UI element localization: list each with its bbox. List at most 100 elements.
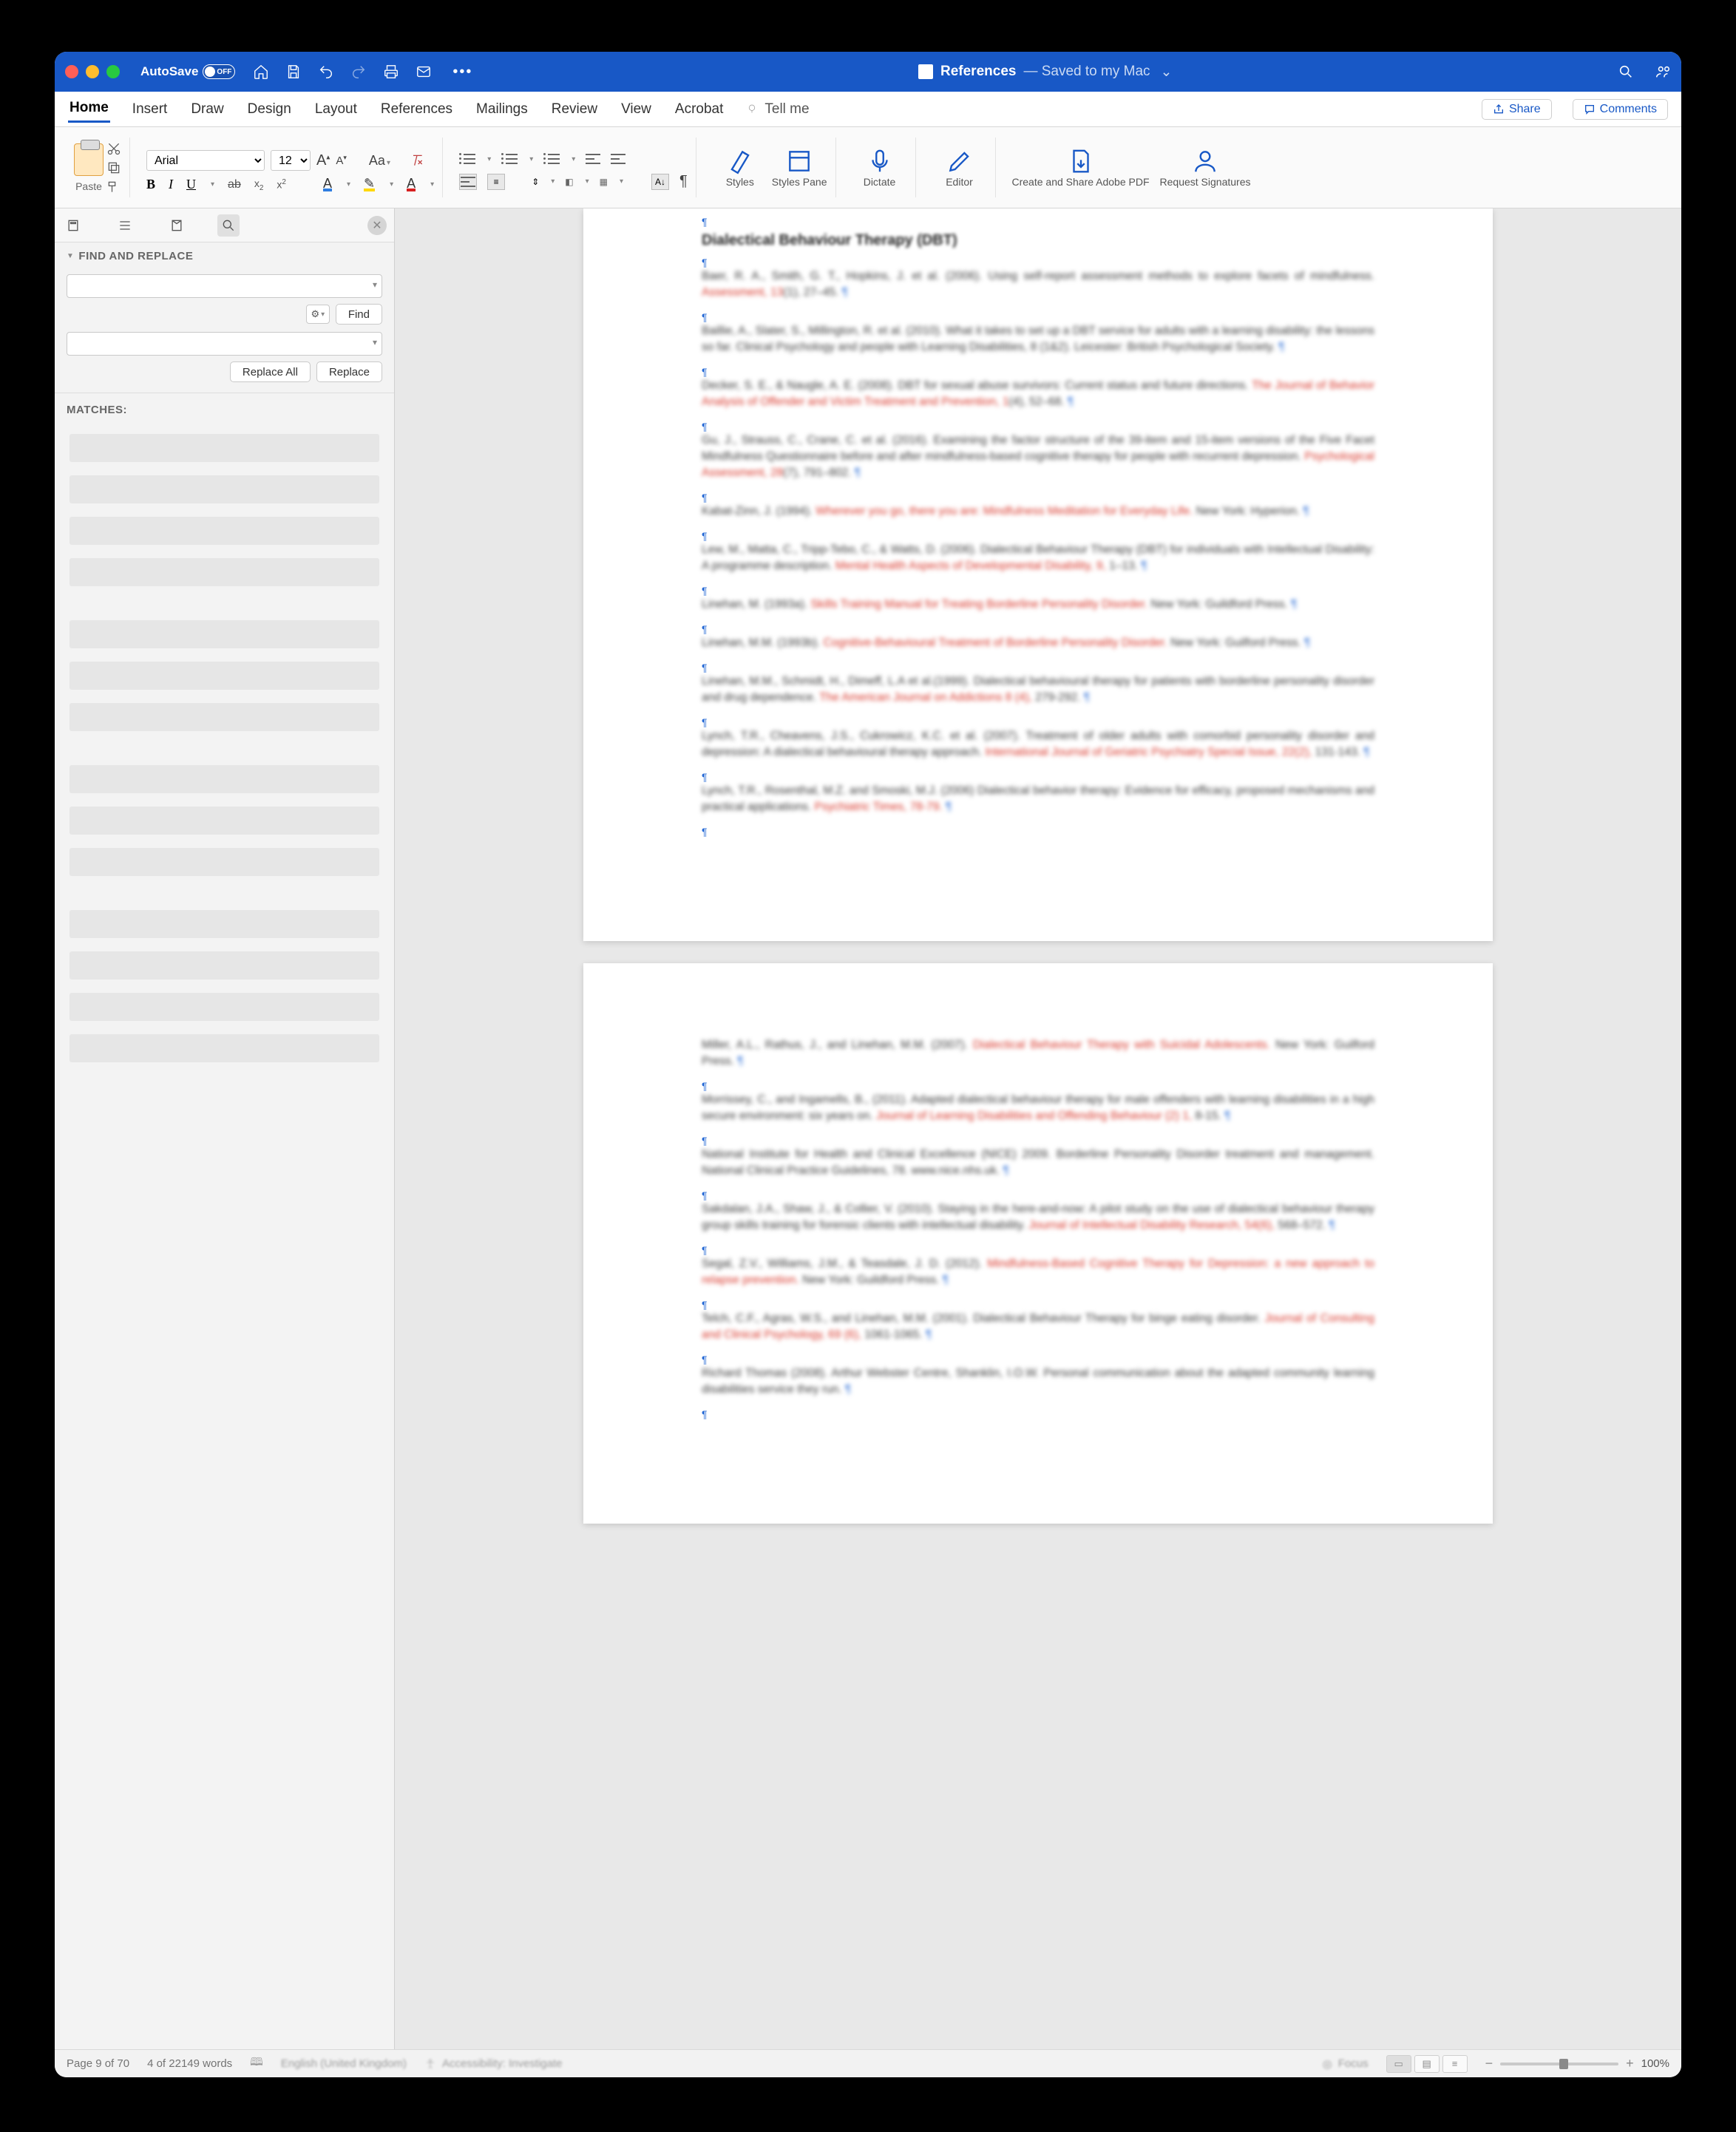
tab-layout[interactable]: Layout [313, 97, 359, 122]
reference-entry[interactable]: Decker, S. E., & Naugle, A. E. (2008). D… [702, 378, 1374, 410]
list-item[interactable] [69, 703, 379, 731]
reference-entry[interactable]: Telch, C.F., Agras, W.S., and Linehan, M… [702, 1311, 1374, 1343]
tab-view[interactable]: View [620, 97, 653, 122]
replace-input[interactable]: ▾ [67, 332, 382, 356]
list-item[interactable] [69, 620, 379, 648]
find-button[interactable]: Find [336, 304, 382, 325]
headings-tab-icon[interactable] [114, 214, 136, 237]
chevron-down-icon[interactable]: ▾ [373, 279, 377, 290]
tab-design[interactable]: Design [246, 97, 293, 122]
numbering-icon[interactable] [501, 152, 518, 166]
mail-icon[interactable] [416, 64, 432, 80]
autosave-switch[interactable]: OFF [203, 64, 235, 79]
reviewing-tab-icon[interactable] [166, 214, 188, 237]
copy-icon[interactable] [106, 160, 121, 175]
multilevel-list-icon[interactable] [543, 152, 560, 166]
outline-view-icon[interactable]: ≡ [1442, 2055, 1468, 2073]
list-item[interactable] [69, 1034, 379, 1062]
strikethrough-button[interactable]: ab [228, 178, 241, 191]
list-item[interactable] [69, 765, 379, 793]
shading-icon[interactable]: ◧ [565, 177, 573, 187]
close-window-button[interactable] [65, 65, 78, 78]
document-viewport[interactable]: ¶ Dialectical Behaviour Therapy (DBT) ¶ … [395, 208, 1681, 2049]
text-effects-icon[interactable]: A [323, 178, 332, 191]
accessibility-status[interactable]: Accessibility: Investigate [424, 2057, 563, 2070]
editor-button[interactable]: Editor [932, 147, 987, 188]
tab-review[interactable]: Review [550, 97, 599, 122]
styles-pane-button[interactable]: Styles Pane [772, 147, 827, 188]
italic-button[interactable]: I [169, 177, 173, 192]
list-item[interactable] [69, 558, 379, 586]
borders-icon[interactable]: ▦ [600, 177, 608, 187]
word-count[interactable]: 4 of 22149 words [147, 2057, 232, 2070]
tell-me-search[interactable]: Tell me [745, 101, 809, 118]
more-commands-icon[interactable]: ••• [452, 64, 472, 81]
paste-icon[interactable] [74, 143, 104, 176]
list-item[interactable] [69, 993, 379, 1021]
redo-icon[interactable] [350, 64, 367, 80]
search-icon[interactable] [1618, 64, 1634, 80]
find-input[interactable]: ▾ [67, 274, 382, 298]
close-sidebar-button[interactable]: ✕ [367, 216, 387, 235]
sort-icon[interactable]: A↓ [651, 174, 669, 190]
paste-label[interactable]: Paste [75, 180, 102, 192]
styles-button[interactable]: Styles [713, 147, 767, 188]
reference-entry[interactable]: Morrissey, C., and Ingamells, B., (2011)… [702, 1092, 1374, 1124]
request-signatures-button[interactable]: Request Signatures [1160, 147, 1251, 188]
line-spacing-icon[interactable]: ⇕ [532, 177, 539, 187]
find-tab-icon[interactable] [217, 214, 240, 237]
align-left-icon[interactable] [459, 174, 477, 190]
replace-all-button[interactable]: Replace All [230, 361, 311, 382]
format-painter-icon[interactable] [106, 180, 121, 194]
comments-button[interactable]: Comments [1573, 99, 1668, 120]
focus-mode[interactable]: ◎ Focus [1323, 2057, 1369, 2071]
list-item[interactable] [69, 517, 379, 545]
thumbnails-tab-icon[interactable] [62, 214, 84, 237]
reference-entry[interactable]: Sakdalan, J.A., Shaw, J., & Collier, V. … [702, 1201, 1374, 1234]
reference-entry[interactable]: Lynch, T.R., Rosenthal, M.Z. and Smoski,… [702, 783, 1374, 815]
superscript-button[interactable]: x2 [277, 178, 286, 191]
reference-entry[interactable]: Gu, J., Strauss, C., Crane, C. et al. (2… [702, 432, 1374, 481]
bold-button[interactable]: B [146, 177, 155, 192]
reference-entry[interactable]: Linehan, M.M. (1993b). Cognitive-Behavio… [702, 635, 1374, 651]
underline-button[interactable]: U [186, 177, 196, 192]
share-button[interactable]: Share [1482, 99, 1552, 120]
dictate-button[interactable]: Dictate [852, 147, 907, 188]
autosave-toggle[interactable]: AutoSave OFF [140, 64, 235, 79]
increase-indent-icon[interactable] [611, 152, 625, 166]
zoom-out-button[interactable]: − [1485, 2056, 1493, 2071]
align-center-icon[interactable]: ≡ [487, 174, 505, 190]
reference-entry[interactable]: Lew, M., Matta, C., Tripp-Tebo, C., & Wa… [702, 542, 1374, 574]
web-layout-view-icon[interactable]: ▤ [1414, 2055, 1440, 2073]
undo-icon[interactable] [318, 64, 334, 80]
page[interactable]: ¶ Dialectical Behaviour Therapy (DBT) ¶ … [583, 208, 1493, 941]
reference-entry[interactable]: National Institute for Health and Clinic… [702, 1147, 1374, 1179]
home-icon[interactable] [253, 64, 269, 80]
replace-button[interactable]: Replace [316, 361, 382, 382]
tab-insert[interactable]: Insert [131, 97, 169, 122]
reference-entry[interactable]: Baillie, A., Slater, S., Millington, R. … [702, 323, 1374, 356]
list-item[interactable] [69, 807, 379, 835]
tab-draw[interactable]: Draw [189, 97, 225, 122]
reference-entry[interactable]: Baer, R. A., Smith, G. T., Hopkins, J. e… [702, 268, 1374, 301]
list-item[interactable] [69, 848, 379, 876]
zoom-slider[interactable] [1500, 2063, 1618, 2065]
cut-icon[interactable] [106, 141, 121, 156]
font-size-select[interactable]: 12 [271, 150, 311, 171]
chevron-down-icon[interactable]: ▾ [373, 337, 377, 347]
reference-entry[interactable]: Lynch, T.R., Cheavens, J.S., Cukrowicz, … [702, 728, 1374, 761]
reference-entry[interactable]: Miller, A.L., Rathus, J., and Linehan, M… [702, 1037, 1374, 1070]
print-icon[interactable] [383, 64, 399, 80]
tab-acrobat[interactable]: Acrobat [674, 97, 725, 122]
subscript-button[interactable]: x2 [254, 177, 264, 192]
increase-font-icon[interactable]: A▴ [316, 152, 330, 169]
disclosure-triangle-icon[interactable]: ▼ [67, 252, 74, 260]
font-name-select[interactable]: Arial [146, 150, 265, 171]
language-status[interactable]: English (United Kingdom) [281, 2057, 407, 2070]
reference-entry[interactable]: Segal, Z.V., Williams, J.M., & Teasdale,… [702, 1256, 1374, 1289]
font-color-icon[interactable]: A [407, 178, 416, 191]
share-people-icon[interactable] [1655, 64, 1671, 80]
change-case-icon[interactable]: Aa▾ [369, 153, 390, 169]
reference-entry[interactable]: Richard Thomas (2008). Arthur Webster Ce… [702, 1365, 1374, 1398]
reference-entry[interactable]: Kabat-Zinn, J. (1994). Wherever you go, … [702, 503, 1374, 520]
